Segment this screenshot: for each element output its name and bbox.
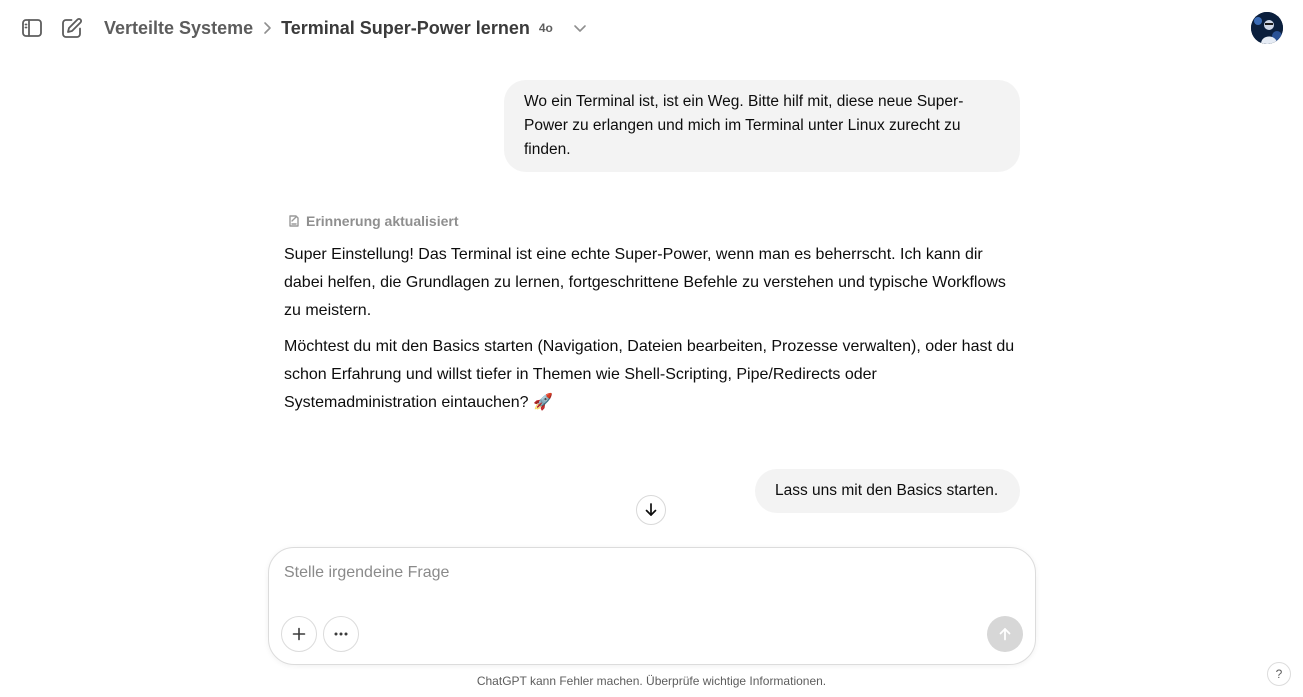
add-attachment-button[interactable] <box>281 616 317 652</box>
send-button[interactable] <box>987 616 1023 652</box>
tools-button[interactable] <box>323 616 359 652</box>
assistant-message: Super Einstellung! Das Terminal ist eine… <box>284 241 1024 425</box>
model-badge: 4o <box>538 21 553 35</box>
new-chat-button[interactable] <box>58 14 86 42</box>
avatar[interactable] <box>1251 12 1283 44</box>
prompt-input[interactable] <box>284 560 984 586</box>
plus-icon <box>292 627 306 641</box>
help-button[interactable]: ? <box>1267 662 1291 686</box>
sidebar-toggle-button[interactable] <box>18 14 46 42</box>
chevron-down-icon[interactable] <box>573 23 587 33</box>
user-message: Wo ein Terminal ist, ist ein Weg. Bitte … <box>504 80 1020 172</box>
disclaimer-text: ChatGPT kann Fehler machen. Überprüfe wi… <box>476 674 827 688</box>
memory-status-label: Erinnerung aktualisiert <box>306 213 459 229</box>
new-chat-icon <box>62 18 82 38</box>
memory-updated-status[interactable]: Erinnerung aktualisiert <box>287 213 458 229</box>
composer <box>268 547 1036 665</box>
assistant-paragraph: Super Einstellung! Das Terminal ist eine… <box>284 246 1006 319</box>
chat-title[interactable]: Terminal Super-Power lernen <box>281 18 530 39</box>
breadcrumb: Verteilte Systeme Terminal Super-Power l… <box>104 16 587 40</box>
user-message: Lass uns mit den Basics starten. <box>755 469 1020 513</box>
more-icon <box>334 632 348 636</box>
scroll-to-bottom-button[interactable] <box>636 495 666 525</box>
project-name[interactable]: Verteilte Systeme <box>104 18 253 39</box>
sidebar-toggle-icon <box>22 19 42 37</box>
send-arrow-icon <box>999 628 1011 641</box>
assistant-paragraph: Möchtest du mit den Basics starten (Navi… <box>284 338 1015 411</box>
chevron-right-icon <box>262 21 272 35</box>
memory-icon <box>289 215 299 227</box>
arrow-down-icon <box>645 503 657 516</box>
